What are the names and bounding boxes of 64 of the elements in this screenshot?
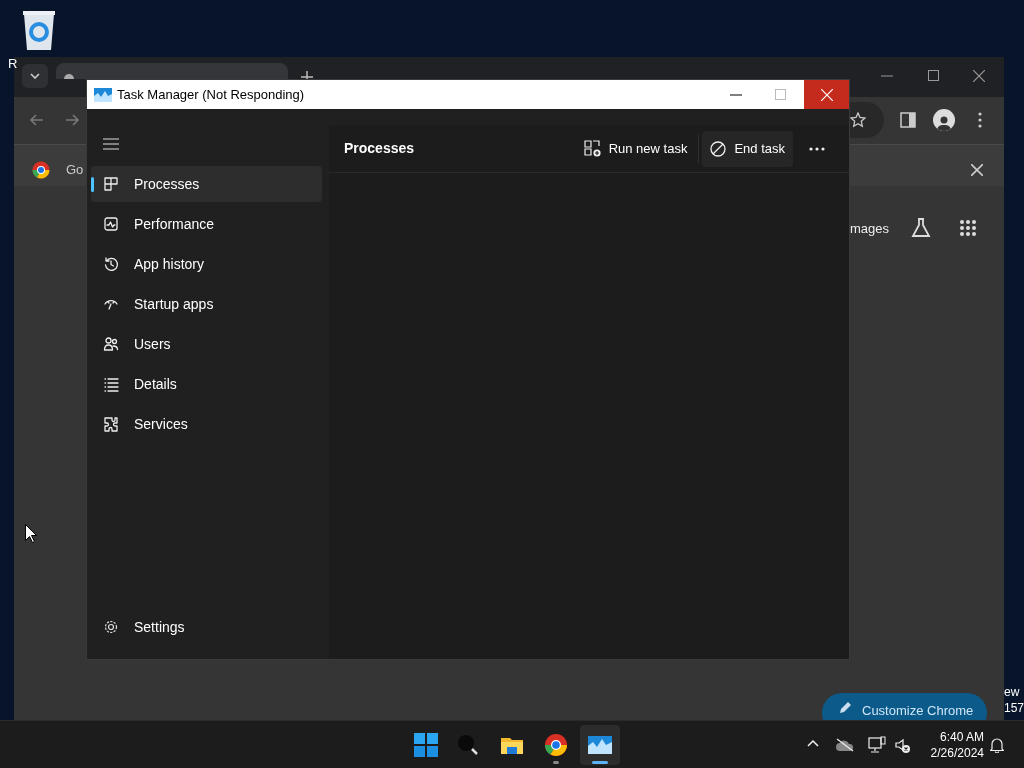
- toolbar-button[interactable]: Run new task: [575, 130, 696, 167]
- nav-item[interactable]: Startup apps: [91, 286, 322, 322]
- profile-avatar[interactable]: [933, 109, 955, 131]
- person-icon: [937, 115, 951, 131]
- history-icon: [103, 256, 119, 272]
- customize-chrome-button[interactable]: Customize Chrome: [822, 693, 987, 720]
- users-icon: [103, 336, 119, 352]
- search-icon: [456, 733, 480, 757]
- maximize-icon[interactable]: [928, 70, 939, 81]
- window-title: Task Manager (Not Responding): [117, 85, 305, 104]
- nav-item[interactable]: Performance: [91, 206, 322, 242]
- notification-bell-icon[interactable]: [990, 737, 1004, 753]
- star-icon: [850, 112, 866, 128]
- grid-icon: [103, 176, 119, 192]
- task-manager-icon: [94, 87, 112, 102]
- desktop-text: ew: [1004, 684, 1021, 700]
- cloud-off-icon[interactable]: [836, 738, 854, 752]
- desktop-text: 157: [1004, 700, 1024, 716]
- apps-grid-icon[interactable]: [959, 219, 977, 237]
- mouse-cursor-icon: [25, 524, 37, 543]
- close-icon[interactable]: [973, 70, 985, 82]
- settings-item[interactable]: Settings: [91, 609, 322, 645]
- tab-list-button[interactable]: [22, 64, 48, 88]
- running-indicator: [553, 761, 559, 764]
- desktop-icon-label: R: [8, 56, 18, 72]
- chevron-up-icon[interactable]: [807, 740, 819, 747]
- side-panel-icon[interactable]: [900, 112, 916, 128]
- task-manager-icon: [588, 733, 612, 757]
- settings-icon: [103, 619, 119, 635]
- pencil-icon: [840, 701, 852, 713]
- network-icon[interactable]: [868, 736, 886, 754]
- more-vertical-icon[interactable]: [978, 112, 982, 128]
- nav-item[interactable]: Users: [91, 326, 322, 362]
- recycle-bin-icon: [21, 8, 57, 52]
- speaker-muted-icon[interactable]: [895, 738, 911, 754]
- nav-item[interactable]: App history: [91, 246, 322, 282]
- nav-item[interactable]: Processes: [91, 166, 322, 202]
- chrome-logo-icon: [32, 161, 50, 179]
- chrome-logo-icon: [544, 733, 568, 757]
- prohibited-icon: [710, 140, 727, 157]
- toolbar-button[interactable]: End task: [702, 130, 793, 167]
- windows-icon: [414, 733, 438, 757]
- nav-item[interactable]: Details: [91, 366, 322, 402]
- pulse-icon: [103, 216, 119, 232]
- flask-icon[interactable]: [911, 218, 931, 238]
- clock[interactable]: 6:40 AM 2/26/2024: [918, 729, 984, 761]
- add-task-icon: [583, 140, 601, 157]
- selection-indicator: [91, 177, 94, 192]
- taskbar-app[interactable]: [580, 725, 620, 765]
- puzzle-icon: [103, 416, 119, 432]
- menu-icon[interactable]: [103, 138, 119, 150]
- address-bar[interactable]: [850, 102, 884, 138]
- images-link[interactable]: mages: [850, 219, 890, 239]
- nav-item[interactable]: Services: [91, 406, 322, 442]
- bookmark-link[interactable]: Go: [66, 162, 84, 178]
- running-indicator: [592, 761, 608, 764]
- page-title: Processes: [344, 139, 415, 158]
- close-icon[interactable]: [971, 164, 983, 176]
- more-icon: [809, 146, 825, 151]
- chevron-down-icon: [30, 73, 40, 79]
- forward-icon[interactable]: [65, 114, 79, 126]
- list-icon: [103, 376, 119, 392]
- back-icon[interactable]: [30, 114, 44, 126]
- close-icon: [820, 88, 833, 101]
